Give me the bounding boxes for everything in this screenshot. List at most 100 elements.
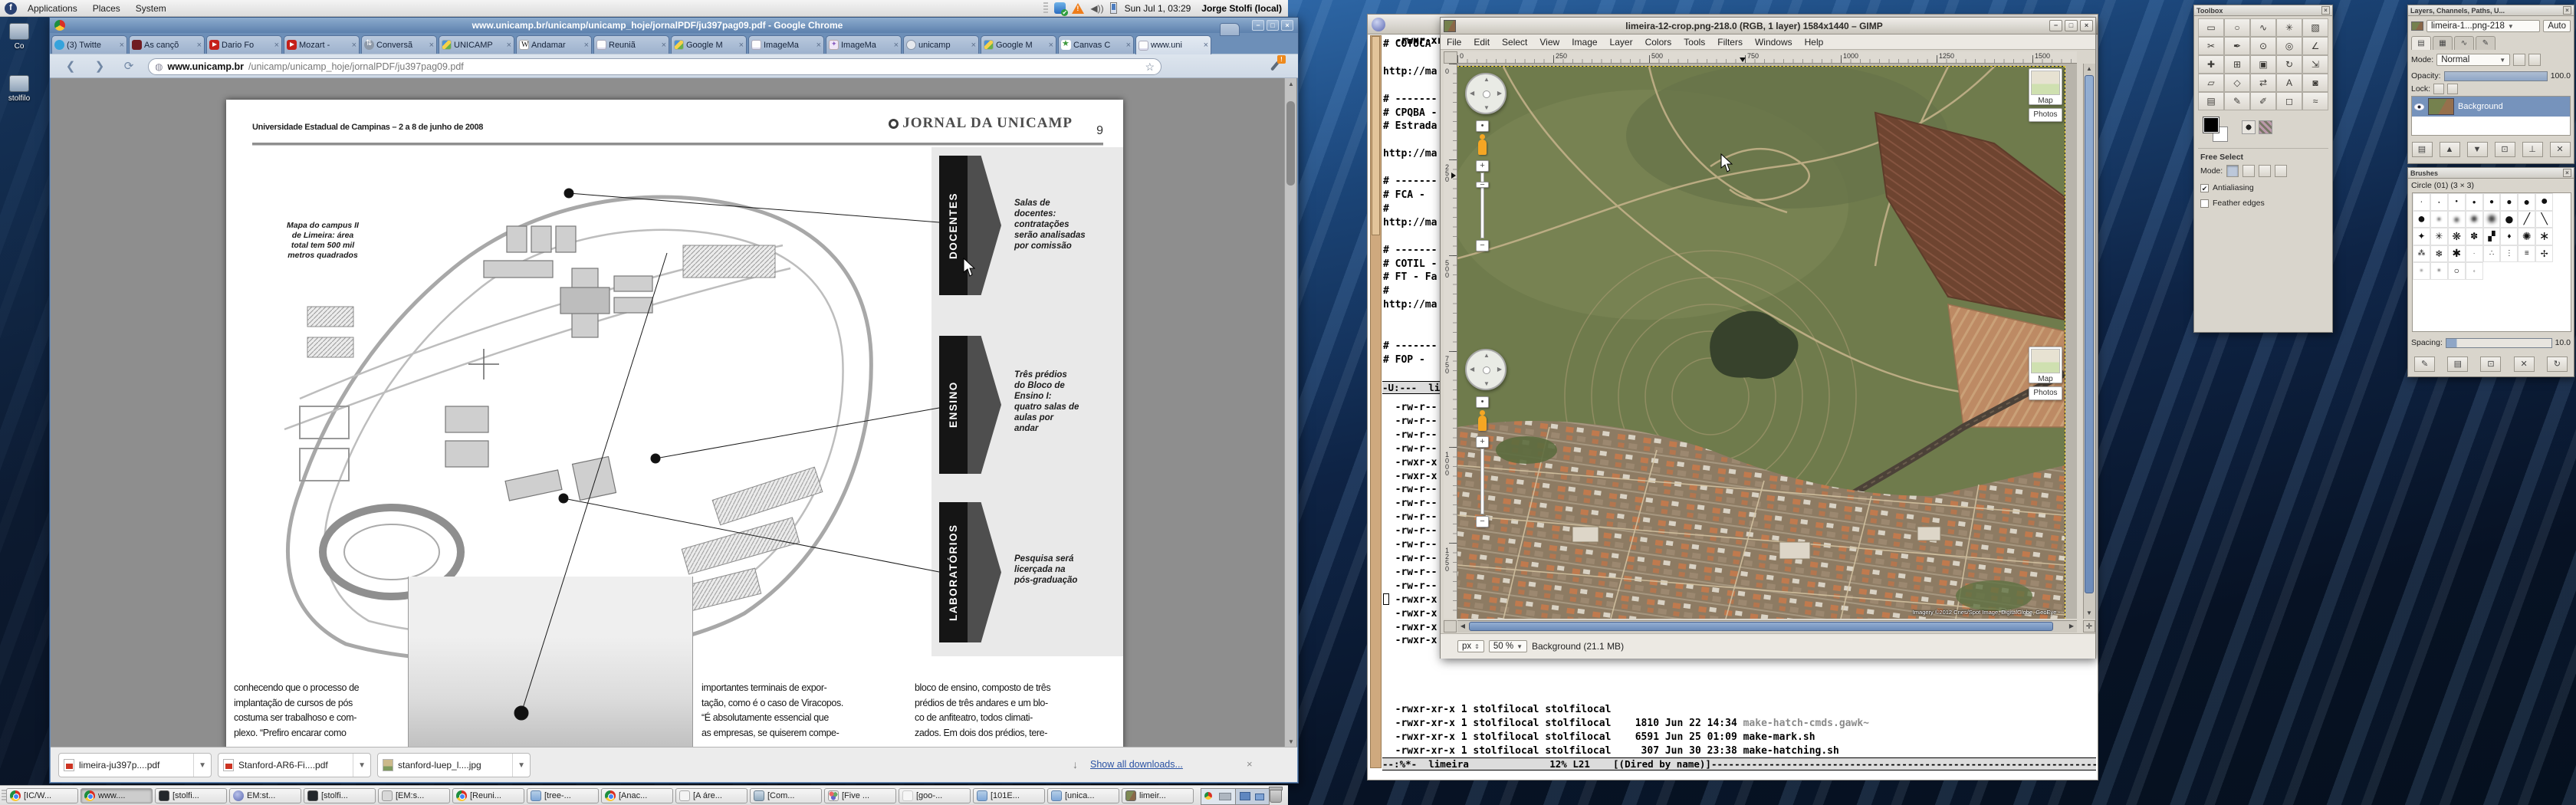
tool-button[interactable]: ⇲ [2302,55,2328,74]
tab-close-icon[interactable]: × [739,41,744,50]
panel-launcher[interactable] [349,1,364,16]
brushes-action-button[interactable]: ⊡ [2480,356,2501,372]
tab-close-icon[interactable]: × [120,41,124,50]
layers-action-button[interactable]: ▲ [2440,142,2460,157]
tab-close-icon[interactable]: × [662,41,666,50]
browser-tab[interactable]: Andamar × [516,35,592,54]
layer-mode-select[interactable]: Normal▼ [2436,54,2510,66]
brush-cell[interactable]: ♦ [2500,228,2518,245]
taskbar-window-button[interactable]: [Anac... [601,788,673,803]
navigation-button[interactable]: ✛ [2083,620,2095,632]
toolbox-titlebar[interactable]: Toolbox × [2194,5,2332,16]
brush-cell[interactable]: ≡ [2518,245,2535,263]
gimp-menu-item[interactable]: Colors [1639,37,1678,48]
brush-cell[interactable]: ◦ [2466,262,2483,280]
panel-clock[interactable]: Sun Jul 1, 03:29 [1125,3,1191,14]
tool-button[interactable]: ✎ [2224,92,2250,110]
download-item[interactable]: Stanford-AR6-Fi....pdf ▼ [218,753,371,777]
brushes-action-button[interactable]: ▤ [2447,356,2468,372]
places-menu[interactable]: Places [85,0,128,16]
fedora-menu-icon[interactable]: f [5,2,17,15]
forward-button[interactable]: ❯ [90,58,110,76]
address-bar[interactable]: ◍ www.unicamp.br/unicamp/unicamp_hoje/jo… [148,58,1162,75]
browser-tab[interactable]: Dario Fo × [206,35,282,54]
taskbar-window-button[interactable]: limeir... [1122,788,1194,803]
brush-cell[interactable]: ✽ [2466,228,2483,245]
brush-cell[interactable]: ○ [2448,262,2466,280]
brushes-action-button[interactable]: ✎ [2414,356,2435,372]
zoom-select[interactable]: 50 %▼ [1489,640,1527,652]
brush-cell[interactable]: ● [2535,193,2553,211]
tab-close-icon[interactable]: × [507,41,511,50]
layers-action-button[interactable]: ✕ [2550,142,2571,157]
close-icon[interactable]: × [2321,6,2330,15]
layers-action-button[interactable]: ▼ [2467,142,2488,157]
browser-tab[interactable]: Google M × [981,35,1056,54]
brush-cell[interactable]: ∴ [2483,245,2501,263]
brushes-titlebar[interactable]: Brushes × [2408,168,2574,179]
mode-replace-button[interactable] [2226,165,2239,177]
panel-launcher[interactable] [370,1,386,16]
quickmask-toggle[interactable] [1444,620,1457,632]
system-menu[interactable]: System [128,0,174,16]
brush-cell[interactable]: · [2466,245,2483,263]
tool-button[interactable]: ✳ [2276,18,2302,37]
gimp-menu-item[interactable]: File [1441,37,1467,48]
tab-close-icon[interactable]: × [816,41,821,50]
brush-cell[interactable]: ● [2466,211,2483,228]
maximize-button[interactable]: □ [1267,20,1279,31]
desktop-icon-home[interactable]: stolfilo [2,75,37,103]
brush-cell[interactable]: ╱ [2518,211,2535,228]
tool-button[interactable]: ○ [2224,18,2250,37]
tool-button[interactable]: ✚ [2198,55,2224,74]
taskbar-window-button[interactable]: [Reuni... [452,788,524,803]
gimp-menu-item[interactable]: Layer [1604,37,1639,48]
tab-close-icon[interactable]: × [197,41,202,50]
tab-close-icon[interactable]: × [1049,41,1053,50]
taskbar-window-button[interactable]: [unica... [1047,788,1119,803]
brush-cell[interactable]: ● [2483,193,2501,211]
taskbar-window-button[interactable]: [stolfi... [304,788,376,803]
taskbar-window-button[interactable]: [tree-... [527,788,599,803]
brush-cell[interactable]: ▞ [2483,228,2501,245]
browser-tab[interactable]: www.uni × [1135,35,1211,54]
brush-cell[interactable]: ✢ [2535,245,2553,263]
canvas-vscrollbar[interactable]: ▲ ▼ [2083,64,2095,619]
panel-launcher[interactable] [242,1,257,16]
layer-row-selected[interactable]: Background [2412,97,2570,117]
taskbar-window-button[interactable]: EM:st... [229,788,301,803]
lock-pixels-toggle[interactable] [2433,84,2444,94]
brush-cell[interactable]: ● [2466,193,2483,211]
dock-tab[interactable]: ✎ [2476,36,2496,50]
panel-launcher[interactable] [327,1,343,16]
dropbox-tray-icon[interactable] [1054,2,1066,14]
gimp-menu-item[interactable]: Filters [1711,37,1749,48]
browser-tab[interactable]: Conversã × [361,35,437,54]
close-shelf-icon[interactable]: × [1247,758,1253,770]
lock-alpha-toggle[interactable] [2528,54,2541,66]
tool-button[interactable]: ▭ [2198,18,2224,37]
browser-tab[interactable]: unicamp × [903,35,979,54]
panel-launcher[interactable] [413,1,429,16]
browser-tab[interactable]: As cançõ × [129,35,205,54]
tool-button[interactable]: ⊙ [2250,37,2276,55]
keep-transparency-toggle[interactable] [2513,54,2525,66]
brush-cell[interactable]: ╲ [2535,211,2553,228]
download-menu-chevron[interactable]: ▼ [518,761,525,770]
browser-tab[interactable]: ImageMa × [748,35,824,54]
spacing-slider[interactable] [2446,338,2552,348]
panel-launcher[interactable] [306,1,321,16]
taskbar-window-button[interactable]: [Five ... [824,788,896,803]
gimp-menu-item[interactable]: Help [1799,37,1830,48]
brush-cell[interactable]: ❄ [2430,245,2448,263]
tool-button[interactable]: ▣ [2250,55,2276,74]
tab-close-icon[interactable]: × [352,41,356,50]
mode-add-button[interactable] [2242,165,2255,177]
brush-cell[interactable]: ● [2413,262,2430,280]
pdf-scrollbar[interactable]: ▲ ▼ [1284,78,1296,748]
show-all-downloads-link[interactable]: Show all downloads... [1090,759,1183,770]
opacity-slider[interactable] [2444,71,2548,81]
taskbar-window-button[interactable]: [A áre... [675,788,748,803]
tool-button[interactable]: ✒ [2224,37,2250,55]
taskbar-window-button[interactable]: [goo-... [899,788,971,803]
